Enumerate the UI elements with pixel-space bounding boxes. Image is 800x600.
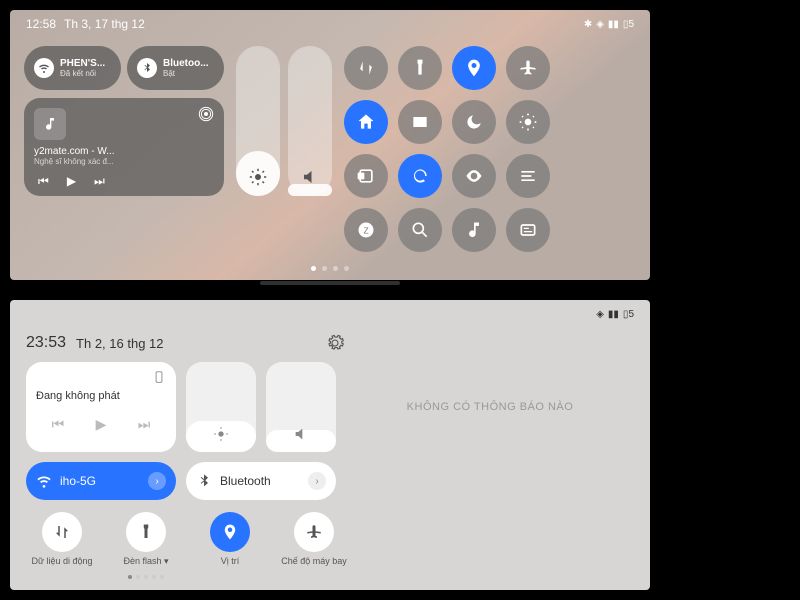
search-tile[interactable] <box>398 208 442 252</box>
chevron-icon[interactable]: › <box>148 472 166 490</box>
play-button[interactable]: ▶ <box>67 174 76 189</box>
wifi-toggle-14[interactable]: iho-5G › <box>26 462 176 500</box>
play-button-14[interactable]: ▶ <box>96 416 107 433</box>
volume-icon <box>293 426 309 442</box>
moon-tile[interactable] <box>452 100 496 144</box>
wifi-icon <box>34 58 54 78</box>
location-toggle-14[interactable] <box>210 512 250 552</box>
media-status-14: Đang không phát <box>36 390 166 402</box>
status-bar-14: ◈ ▮▮ ▯5 <box>10 300 650 328</box>
brightness-slider[interactable] <box>236 46 280 196</box>
next-button-14[interactable]: ⏭ <box>138 416 151 433</box>
date-14: Th 2, 16 thg 12 <box>76 336 163 351</box>
location-tile[interactable] <box>452 46 496 90</box>
eye-comfort-tile[interactable] <box>452 154 496 198</box>
volume-slider-14[interactable] <box>266 362 336 452</box>
bt-name: Bluetoo... <box>163 58 209 69</box>
media-card-15[interactable]: y2mate.com - W... Nghệ sĩ không xác đ...… <box>24 98 224 196</box>
brightness-icon <box>249 168 267 186</box>
quick-tiles-grid: Z <box>344 46 604 252</box>
settings-icon[interactable] <box>326 334 344 352</box>
status-icons-15: ✱ ◈ ▮▮ ▯5 <box>584 19 634 30</box>
sync-tile[interactable] <box>398 154 442 198</box>
next-button[interactable]: ⏭ <box>94 174 105 189</box>
coloros-15-panel: 12:58 Th 3, 17 thg 12 ✱ ◈ ▮▮ ▯5 PHEN'S..… <box>10 10 650 280</box>
brightness-icon <box>213 426 229 442</box>
time-14: 23:53 <box>26 334 66 352</box>
chevron-icon[interactable]: › <box>308 472 326 490</box>
wifi-status-icon: ◈ <box>596 309 604 320</box>
battery-icon: ▯5 <box>623 309 634 320</box>
bluetooth-icon <box>196 473 212 489</box>
media-card-14[interactable]: Đang không phát ⏮ ▶ ⏭ <box>26 362 176 452</box>
status-bar-15: 12:58 Th 3, 17 thg 12 ✱ ◈ ▮▮ ▯5 <box>10 10 650 38</box>
svg-text:Z: Z <box>363 225 368 235</box>
airplane-tile[interactable] <box>506 46 550 90</box>
prev-button[interactable]: ⏮ <box>38 174 49 189</box>
header-14: 23:53 Th 2, 16 thg 12 <box>26 334 634 352</box>
status-date: Th 3, 17 thg 12 <box>64 17 145 31</box>
signal-status-icon: ▮▮ <box>608 309 619 320</box>
media-title: y2mate.com - W... <box>34 146 214 157</box>
label-coloros-14: ColorOS14 <box>671 400 785 467</box>
location-label: Vị trí <box>221 556 240 566</box>
flashlight-toggle-14[interactable] <box>126 512 166 552</box>
data-label: Dữ liệu di động <box>31 556 92 566</box>
home-indicator[interactable] <box>260 281 400 285</box>
cast-icon[interactable] <box>198 106 214 122</box>
card-tile[interactable] <box>506 208 550 252</box>
bluetooth-icon <box>137 58 157 78</box>
bluetooth-status-icon: ✱ <box>584 19 592 30</box>
wallet-tile[interactable] <box>398 100 442 144</box>
notification-empty: KHÔNG CÓ THÔNG BÁO NÀO <box>346 362 634 452</box>
bluetooth-toggle[interactable]: Bluetoo...Bật <box>127 46 224 90</box>
status-time: 12:58 <box>26 17 56 31</box>
bt-label-14: Bluetooth <box>220 474 271 488</box>
prev-button-14[interactable]: ⏮ <box>52 416 65 433</box>
signal-status-icon: ▮▮ <box>608 19 619 30</box>
device-icon <box>152 370 166 384</box>
home-tile[interactable] <box>344 100 388 144</box>
media-artist: Nghệ sĩ không xác đ... <box>34 157 214 166</box>
airplane-toggle-14[interactable] <box>294 512 334 552</box>
music-note-icon <box>34 108 66 140</box>
wifi-name: PHEN'S... <box>60 58 105 69</box>
coloros-14-panel: ◈ ▮▮ ▯5 23:53 Th 2, 16 thg 12 Đang không… <box>10 300 650 590</box>
volume-slider[interactable] <box>288 46 332 196</box>
auto-brightness-tile[interactable] <box>506 100 550 144</box>
bt-status: Bật <box>163 69 209 78</box>
data-toggle-14[interactable] <box>42 512 82 552</box>
label-coloros-15: ColorOS15 <box>671 110 785 177</box>
wifi-icon <box>36 473 52 489</box>
data-tile[interactable] <box>344 46 388 90</box>
flashlight-tile[interactable] <box>398 46 442 90</box>
wifi-status-icon: ◈ <box>596 19 604 30</box>
volume-icon <box>301 168 319 186</box>
bluetooth-toggle-14[interactable]: Bluetooth › <box>186 462 336 500</box>
list-tile[interactable] <box>506 154 550 198</box>
battery-text: ▯5 <box>623 19 634 30</box>
wifi-toggle[interactable]: PHEN'S...Đã kết nối <box>24 46 121 90</box>
airplane-label: Chế độ máy bay <box>281 556 347 566</box>
wifi-status: Đã kết nối <box>60 69 105 78</box>
dnd-tile[interactable]: Z <box>344 208 388 252</box>
screenshot-tile[interactable] <box>344 154 388 198</box>
music-tile[interactable] <box>452 208 496 252</box>
flash-label: Đèn flash ▾ <box>123 556 168 567</box>
page-indicator-15 <box>10 266 650 271</box>
brightness-slider-14[interactable] <box>186 362 256 452</box>
wifi-name-14: iho-5G <box>60 474 96 488</box>
